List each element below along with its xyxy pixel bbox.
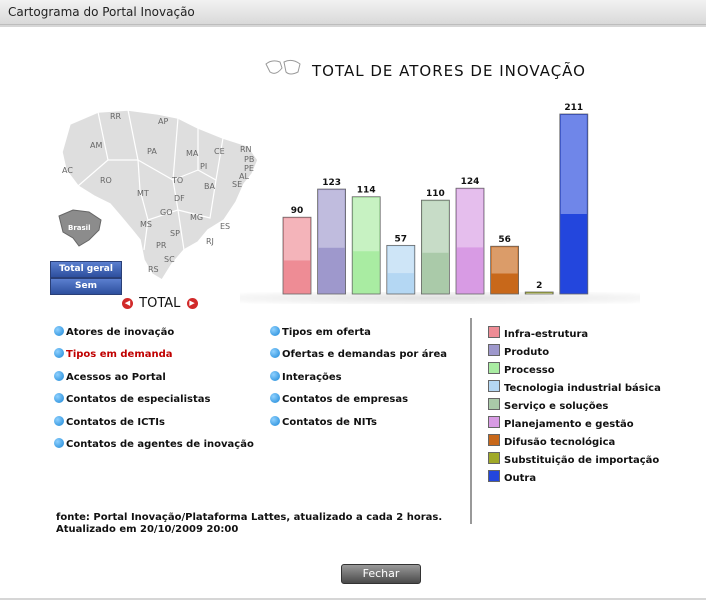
bar-highlight [491, 247, 518, 274]
link-contatos-de-agentes-de-inovacao[interactable]: Contatos de agentes de inovação [54, 438, 254, 450]
link-bullet-icon [54, 416, 64, 426]
bar-value-label: 124 [461, 177, 480, 187]
legend-label: Substituição de importação [504, 455, 660, 466]
bar-value-label: 123 [322, 178, 341, 188]
legend-item: Processo [488, 362, 555, 376]
link-contatos-de-empresas[interactable]: Contatos de empresas [270, 393, 408, 405]
bar-5[interactable]: 110 [420, 189, 450, 295]
link-contatos-de-ictis[interactable]: Contatos de ICTIs [54, 416, 165, 428]
updated-text: Atualizado em 20/10/2009 20:00 [56, 524, 239, 535]
legend-label: Tecnologia industrial básica [504, 383, 661, 394]
bar-1[interactable]: 90 [282, 206, 312, 295]
link-bullet-icon [270, 371, 280, 381]
legend-swatch [488, 416, 500, 428]
legend-item: Produto [488, 344, 549, 358]
legend-item: Serviço e soluções [488, 398, 608, 412]
bar-highlight [457, 189, 483, 248]
bar-value-label: 56 [498, 235, 511, 245]
link-ofertas-e-demandas-por-area[interactable]: Ofertas e demandas por área [270, 348, 447, 360]
legend-label: Outra [504, 473, 537, 484]
bar-4[interactable]: 57 [386, 234, 416, 295]
legend-swatch [488, 344, 500, 356]
legend-swatch [488, 398, 500, 410]
bar-2[interactable]: 123 [317, 178, 347, 295]
legend-swatch [488, 380, 500, 392]
legend-swatch [488, 470, 500, 482]
link-contatos-de-nits[interactable]: Contatos de NITs [270, 416, 377, 428]
legend-swatch [488, 434, 500, 446]
legend-swatch [488, 326, 500, 338]
bar-highlight [318, 190, 345, 248]
link-bullet-icon [54, 348, 64, 358]
bar-3[interactable]: 114 [351, 186, 381, 295]
link-bullet-icon [54, 393, 64, 403]
link-acessos-ao-portal[interactable]: Acessos ao Portal [54, 371, 166, 383]
link-tipos-em-oferta[interactable]: Tipos em oferta [270, 326, 371, 338]
link-bullet-icon [54, 371, 64, 381]
bar-8[interactable]: 2 [524, 281, 554, 295]
legend-label: Planejamento e gestão [504, 419, 634, 430]
legend-item: Outra [488, 470, 536, 484]
link-contatos-de-especialistas[interactable]: Contatos de especialistas [54, 393, 210, 405]
bar-value-label: 211 [564, 103, 583, 113]
bar-value-label: 2 [536, 281, 542, 291]
bar-value-label: 114 [357, 186, 376, 196]
legend-label: Produto [504, 347, 550, 358]
bar-value-label: 110 [426, 189, 445, 199]
bar-highlight [526, 293, 553, 295]
legend-swatch [488, 452, 500, 464]
legend-label: Serviço e soluções [504, 401, 609, 412]
legend-label: Difusão tecnológica [504, 437, 616, 448]
bar-value-label: 90 [291, 206, 304, 216]
legend-swatch [488, 362, 500, 374]
bar-highlight [560, 115, 587, 214]
source-note: fonte: Portal Inovação/Plataforma Lattes… [56, 512, 442, 536]
legend-item: Tecnologia industrial básica [488, 380, 661, 394]
bar-highlight [284, 218, 310, 261]
bar-highlight [387, 246, 414, 274]
legend-label: Infra-estrutura [504, 329, 589, 340]
link-bullet-icon [54, 438, 64, 448]
legend-item: Difusão tecnológica [488, 434, 615, 448]
legend-label: Processo [504, 365, 555, 376]
bar-value-label: 57 [395, 234, 408, 244]
link-atores-de-inovacao[interactable]: Atores de inovação [54, 326, 174, 338]
bar-highlight [422, 201, 449, 253]
vertical-divider [470, 318, 472, 524]
link-interacoes[interactable]: Interações [270, 371, 342, 383]
bar-9[interactable]: 211 [559, 103, 589, 295]
legend-item: Planejamento e gestão [488, 416, 634, 430]
bar-6[interactable]: 124 [455, 177, 485, 295]
source-text: fonte: Portal Inovação/Plataforma Lattes… [56, 512, 443, 523]
bar-7[interactable]: 56 [490, 235, 520, 295]
link-bullet-icon [270, 348, 280, 358]
close-button[interactable]: Fechar [341, 564, 421, 584]
link-bullet-icon [270, 326, 280, 336]
link-bullet-icon [270, 416, 280, 426]
legend-item: Infra-estrutura [488, 326, 588, 340]
link-bullet-icon [270, 393, 280, 403]
bar-highlight [353, 197, 380, 252]
legend-item: Substituição de importação [488, 452, 659, 466]
link-bullet-icon [54, 326, 64, 336]
link-tipos-em-demanda[interactable]: Tipos em demanda [54, 348, 173, 360]
